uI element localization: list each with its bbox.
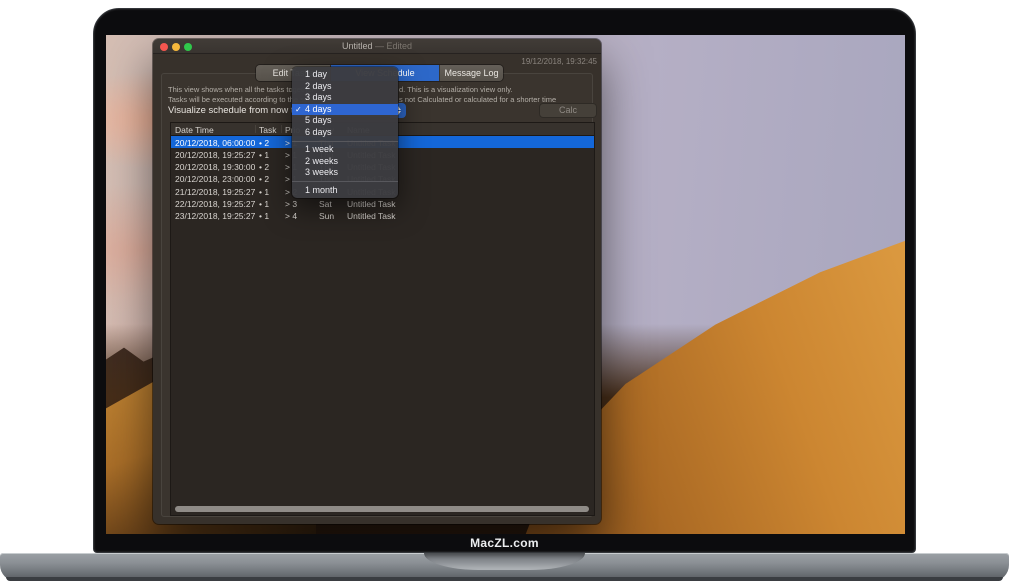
menu-separator xyxy=(292,181,398,182)
table-cell: • 2 xyxy=(259,162,269,172)
table-row[interactable]: 22/12/2018, 19:25:27 • 1 > 3 Sat Untitled Ta… xyxy=(171,197,594,209)
menu-item-label: 1 week xyxy=(305,144,334,154)
bezel-brand-text: MacZL.com xyxy=(94,536,915,550)
menu-item-1-week[interactable]: 1 week xyxy=(292,144,398,156)
table-cell: 21/12/2018, 19:25:27 xyxy=(175,187,255,197)
menu-item-4-days[interactable]: ✓4 days xyxy=(292,104,398,116)
lid-notch xyxy=(424,553,585,570)
menu-item-3-weeks[interactable]: 3 weeks xyxy=(292,167,398,179)
column-header[interactable]: Date Time xyxy=(175,125,214,135)
menu-item-label: 3 days xyxy=(305,92,332,102)
column-divider xyxy=(281,125,282,133)
table-cell: 23/12/2018, 19:25:27 xyxy=(175,211,255,221)
menu-item-2-weeks[interactable]: 2 weeks xyxy=(292,156,398,168)
laptop-base xyxy=(0,553,1009,581)
horizontal-scrollbar[interactable] xyxy=(175,506,589,512)
table-cell: • 1 xyxy=(259,150,269,160)
edited-indicator: — Edited xyxy=(375,41,412,51)
page: Untitled — Edited 19/12/2018, 19:32:45 T… xyxy=(0,0,1009,586)
table-cell: • 1 xyxy=(259,199,269,209)
table-cell: • 1 xyxy=(259,211,269,221)
checkmark-icon: ✓ xyxy=(295,104,302,116)
table-cell: 22/12/2018, 19:25:27 xyxy=(175,199,255,209)
menu-item-1-month[interactable]: 1 month xyxy=(292,185,398,197)
menu-item-6-days[interactable]: 6 days xyxy=(292,127,398,139)
document-title: Untitled xyxy=(342,41,373,51)
tab-label: Message Log xyxy=(444,68,498,78)
menu-separator xyxy=(292,141,398,142)
table-cell: Untitled Task xyxy=(347,211,396,221)
tab-message-log[interactable]: Message Log xyxy=(440,65,503,81)
desktop-display: Untitled — Edited 19/12/2018, 19:32:45 T… xyxy=(106,35,905,534)
calc-button[interactable]: Calc xyxy=(539,103,597,118)
table-cell: Sun xyxy=(319,211,334,221)
column-divider xyxy=(255,125,256,133)
info-line1-right: d. This is a visualization view only. xyxy=(399,85,513,94)
menu-item-label: 2 days xyxy=(305,81,332,91)
table-cell: Untitled Task xyxy=(347,199,396,209)
table-cell: 20/12/2018, 19:25:27 xyxy=(175,150,255,160)
clock-timestamp: 19/12/2018, 19:32:45 xyxy=(521,57,597,66)
laptop-screen-bezel: Untitled — Edited 19/12/2018, 19:32:45 T… xyxy=(93,8,916,553)
table-cell: > 4 xyxy=(285,211,297,221)
menu-item-3-days[interactable]: 3 days xyxy=(292,92,398,104)
menu-item-label: 3 weeks xyxy=(305,167,338,177)
table-cell: • 2 xyxy=(259,138,269,148)
table-row[interactable]: 23/12/2018, 19:25:27 • 1 > 4 Sun Untitled Ta… xyxy=(171,210,594,222)
menu-item-5-days[interactable]: 5 days xyxy=(292,115,398,127)
table-cell: 20/12/2018, 19:30:00 xyxy=(175,162,255,172)
menu-item-label: 2 weeks xyxy=(305,156,338,166)
table-cell: 20/12/2018, 23:00:00 xyxy=(175,174,255,184)
table-cell: • 2 xyxy=(259,174,269,184)
info-line2-right: s not Calculated or calculated for a sho… xyxy=(399,95,556,104)
menu-item-label: 5 days xyxy=(305,115,332,125)
duration-dropdown-menu: 1 day2 days3 days✓4 days5 days6 days1 we… xyxy=(292,67,398,198)
menu-item-label: 6 days xyxy=(305,127,332,137)
window-titlebar[interactable]: Untitled — Edited xyxy=(153,39,601,54)
column-header[interactable]: Task xyxy=(259,125,276,135)
window-title: Untitled — Edited xyxy=(153,39,601,54)
menu-item-1-day[interactable]: 1 day xyxy=(292,69,398,81)
visualize-label: Visualize schedule from now to: xyxy=(168,105,301,116)
menu-item-label: 4 days xyxy=(305,104,332,114)
table-cell: Sat xyxy=(319,199,332,209)
table-cell: 20/12/2018, 06:00:00 xyxy=(175,138,255,148)
menu-item-label: 1 month xyxy=(305,185,338,195)
menu-item-label: 1 day xyxy=(305,69,327,79)
menu-item-2-days[interactable]: 2 days xyxy=(292,81,398,93)
table-cell: • 1 xyxy=(259,187,269,197)
table-cell: > 3 xyxy=(285,199,297,209)
